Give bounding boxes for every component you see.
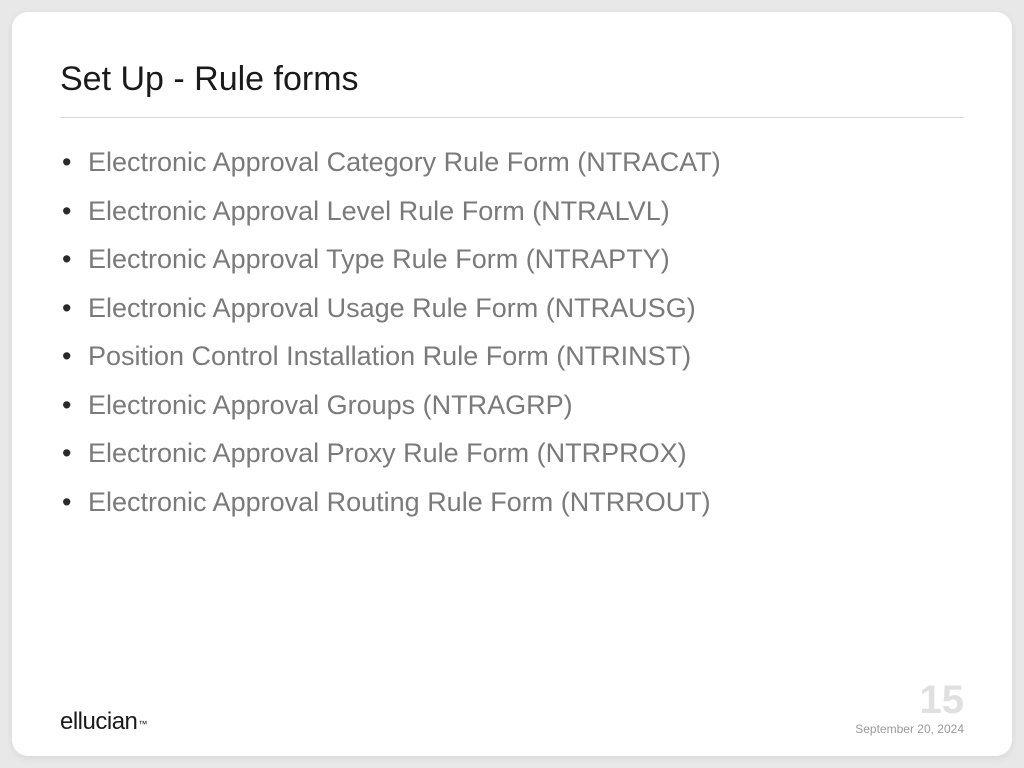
list-item: Electronic Approval Level Rule Form (NTR… xyxy=(88,191,768,232)
slide-footer: ellucian™ 15 September 20, 2024 xyxy=(60,680,964,736)
list-item: Electronic Approval Category Rule Form (… xyxy=(88,142,768,183)
logo: ellucian™ xyxy=(60,708,147,736)
title-divider xyxy=(60,117,964,118)
list-item: Electronic Approval Type Rule Form (NTRA… xyxy=(88,239,768,280)
slide: Set Up - Rule forms Electronic Approval … xyxy=(12,12,1012,756)
list-item: Electronic Approval Groups (NTRAGRP) xyxy=(88,385,768,426)
slide-title: Set Up - Rule forms xyxy=(60,60,964,99)
list-item: Position Control Installation Rule Form … xyxy=(88,336,768,377)
bullet-list: Electronic Approval Category Rule Form (… xyxy=(60,142,964,530)
list-item: Electronic Approval Routing Rule Form (N… xyxy=(88,482,768,523)
logo-text: ellucian xyxy=(60,708,137,735)
list-item: Electronic Approval Proxy Rule Form (NTR… xyxy=(88,433,768,474)
trademark-symbol: ™ xyxy=(138,719,147,729)
page-number: 15 xyxy=(855,680,964,720)
footer-right: 15 September 20, 2024 xyxy=(855,680,964,736)
slide-date: September 20, 2024 xyxy=(855,722,964,736)
list-item: Electronic Approval Usage Rule Form (NTR… xyxy=(88,288,768,329)
